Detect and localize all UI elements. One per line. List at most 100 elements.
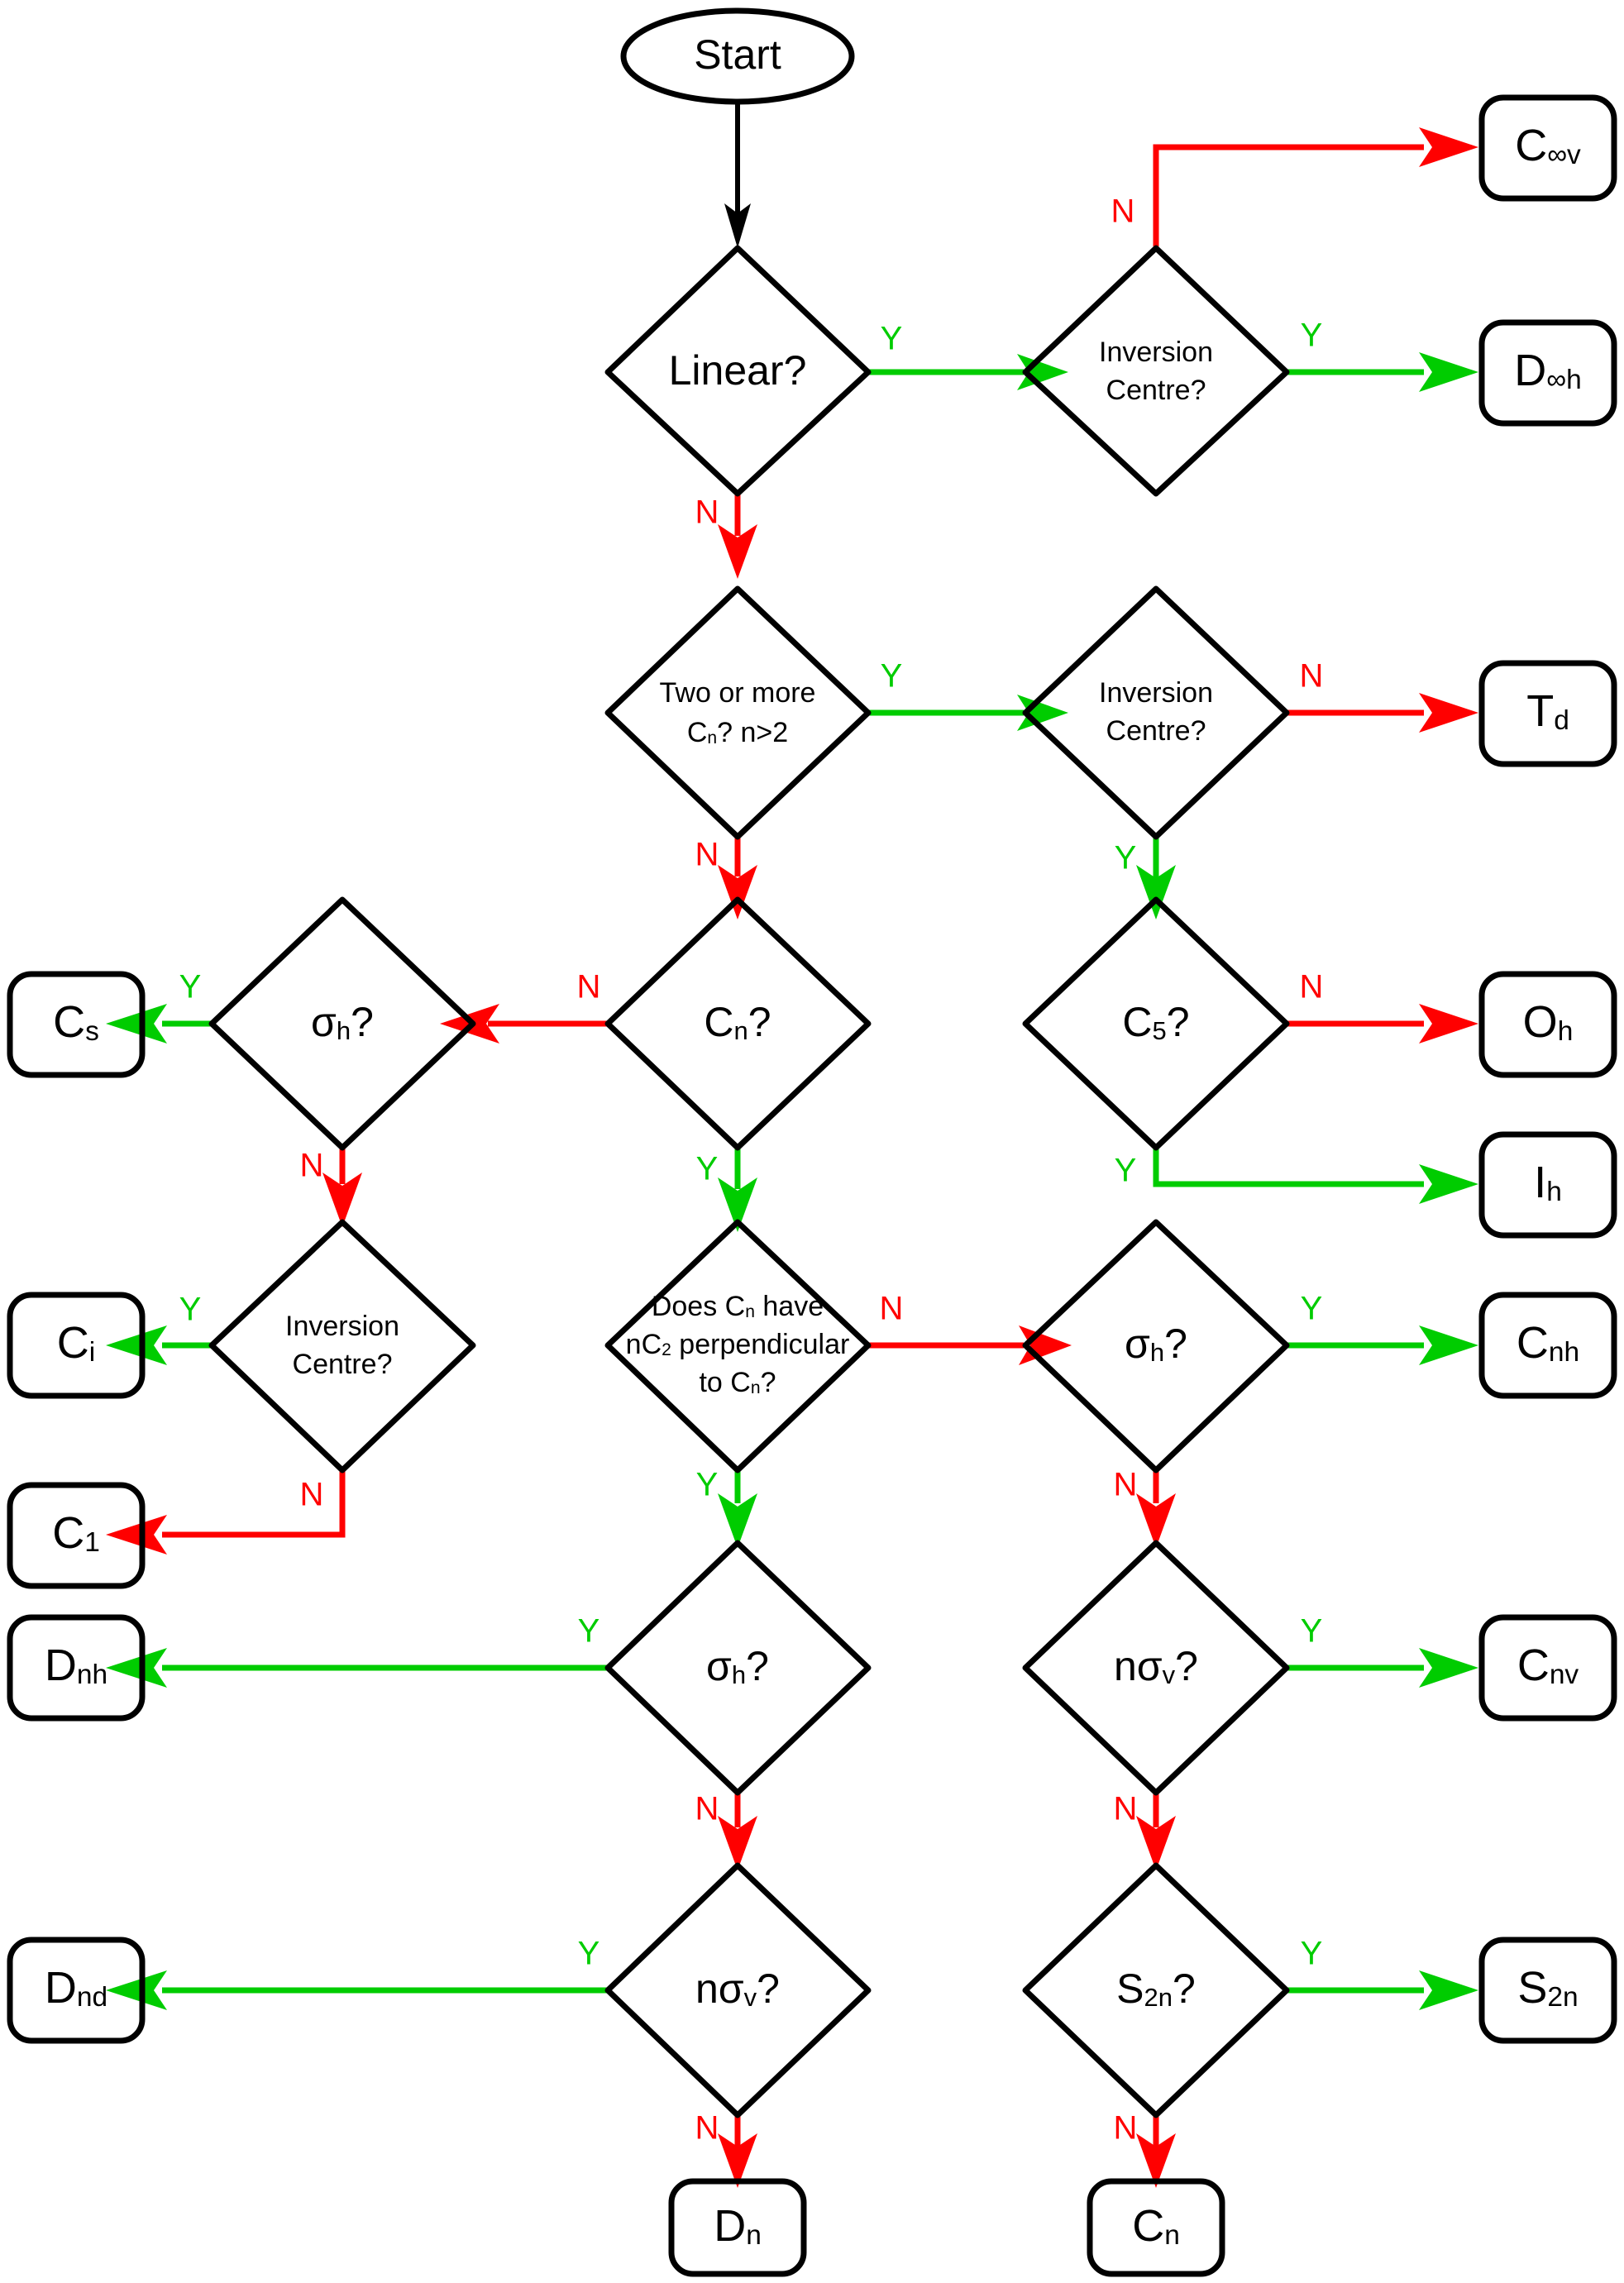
- node-sigma-h-right-label: σh?: [1125, 1321, 1187, 1367]
- edge-label-nsv-mid-no: N: [695, 2110, 719, 2147]
- node-inversion-centre-left[interactable]: Inversion Centre?: [208, 1219, 476, 1473]
- edge-sigmah-left-yes: Y: [106, 969, 212, 1044]
- node-inversion-high-line1: Inversion: [1099, 677, 1213, 709]
- flowchart-canvas: Y N N Y Y N N Y N Y N Y Y N Y N N Y Y N …: [0, 0, 1624, 2283]
- edge-inv-linear-no: N: [1111, 127, 1478, 246]
- edge-inv-linear-yes: Y: [1287, 318, 1478, 392]
- edge-label-sigmah-right-no: N: [1114, 1467, 1138, 1503]
- edge-s2n-no: N: [1114, 2110, 1176, 2188]
- edge-label-c5-yes: Y: [1115, 1153, 1137, 1189]
- node-c5[interactable]: C5?: [1022, 896, 1290, 1151]
- edge-label-c5-no: N: [1300, 969, 1324, 1005]
- edge-label-sigmah-right-yes: Y: [1301, 1291, 1323, 1327]
- terminal-dn[interactable]: Dn: [668, 2178, 807, 2277]
- edge-label-sigmah-left-yes: Y: [179, 969, 202, 1005]
- edge-nc2-yes: Y: [696, 1467, 757, 1548]
- terminal-oh-label: Oh: [1523, 997, 1574, 1047]
- node-s2n-label: S2n?: [1116, 1965, 1196, 2012]
- terminal-cnh-label: Cnh: [1517, 1318, 1579, 1368]
- node-nc2-line2: nC2 perpendicular: [626, 1329, 850, 1360]
- edge-sigmah-mid-yes: Y: [106, 1613, 609, 1688]
- edge-linear-yes: Y: [868, 321, 1068, 390]
- terminal-ih[interactable]: Ih: [1478, 1131, 1617, 1239]
- edge-two-cn-yes: Y: [868, 658, 1068, 731]
- terminal-cnv[interactable]: Cnv: [1478, 1614, 1617, 1722]
- edge-c5-yes: Y: [1115, 1148, 1478, 1204]
- edge-sigmah-mid-no: N: [695, 1791, 757, 1870]
- terminal-s2n[interactable]: S2n: [1478, 1937, 1617, 2044]
- edge-label-nsv-right-no: N: [1114, 1791, 1138, 1827]
- edge-nsv-right-no: N: [1114, 1791, 1176, 1870]
- edge-label-sigmah-left-no: N: [300, 1148, 324, 1184]
- terminal-cnh[interactable]: Cnh: [1478, 1292, 1617, 1399]
- node-nc2-line3: to Cn?: [699, 1367, 776, 1398]
- node-start-label: Start: [694, 31, 781, 78]
- terminal-ih-label: Ih: [1534, 1158, 1562, 1207]
- edge-sigmah-right-yes: Y: [1287, 1291, 1478, 1365]
- edge-label-two-cn-no: N: [695, 837, 719, 873]
- edge-label-inv-linear-no: N: [1111, 193, 1135, 230]
- edge-nsv-right-yes: Y: [1287, 1613, 1478, 1688]
- edge-label-nc2-no: N: [880, 1291, 904, 1327]
- node-inversion-left-line2: Centre?: [293, 1349, 393, 1380]
- terminal-c-infinity-v-label: C∞v: [1515, 121, 1581, 170]
- node-inversion-linear-line1: Inversion: [1099, 337, 1213, 368]
- edge-s2n-yes: Y: [1287, 1936, 1478, 2010]
- edge-label-sigmah-mid-yes: Y: [578, 1613, 600, 1650]
- edge-cn-yes: Y: [696, 1148, 757, 1232]
- terminal-td[interactable]: Td: [1478, 660, 1617, 767]
- node-two-or-more-cn[interactable]: Two or more Cn? n>2: [604, 585, 872, 840]
- node-sigma-h-mid[interactable]: σh?: [604, 1540, 872, 1796]
- terminal-cn-label: Cn: [1132, 2201, 1180, 2251]
- edge-label-inv-left-yes: Y: [179, 1292, 202, 1328]
- edge-label-linear-no: N: [695, 494, 719, 531]
- terminal-d-infinity-h[interactable]: D∞h: [1478, 319, 1617, 427]
- edge-label-cn-yes: Y: [696, 1151, 719, 1187]
- node-sigma-h-left[interactable]: σh?: [208, 896, 476, 1151]
- edge-label-inv-linear-yes: Y: [1301, 318, 1323, 354]
- point-group-flowchart: Y N N Y Y N N Y N Y N Y Y N Y N N Y Y N …: [7, 7, 1617, 2277]
- terminal-td-label: Td: [1526, 686, 1569, 736]
- edge-label-linear-yes: Y: [881, 321, 903, 357]
- terminal-dnh-label: Dnh: [45, 1641, 107, 1690]
- node-n-sigma-v-right[interactable]: nσv?: [1022, 1540, 1290, 1796]
- terminal-d-infinity-h-label: D∞h: [1514, 346, 1581, 395]
- node-cn[interactable]: Cn?: [604, 896, 872, 1151]
- edge-label-nsv-mid-yes: Y: [578, 1936, 600, 1972]
- node-nc2-line1: Does Cn have: [652, 1291, 824, 1322]
- node-nc2-perpendicular[interactable]: Does Cn have nC2 perpendicular to Cn?: [604, 1219, 872, 1473]
- edge-label-s2n-no: N: [1114, 2110, 1138, 2147]
- edge-label-inv-left-no: N: [300, 1477, 324, 1513]
- edge-label-s2n-yes: Y: [1301, 1936, 1323, 1972]
- node-start[interactable]: Start: [620, 7, 855, 105]
- node-linear-label: Linear?: [669, 347, 807, 394]
- edge-sigmah-right-no: N: [1114, 1467, 1176, 1548]
- node-two-or-more-cn-line1: Two or more: [660, 677, 816, 709]
- edge-label-two-cn-yes: Y: [881, 658, 903, 695]
- terminal-dnd-label: Dnd: [45, 1963, 107, 2013]
- edge-inv-high-no: N: [1287, 658, 1478, 733]
- terminal-c-infinity-v[interactable]: C∞v: [1478, 94, 1617, 202]
- edge-sigmah-left-no: N: [300, 1148, 362, 1227]
- node-c5-label: C5?: [1122, 999, 1189, 1045]
- edge-label-cn-no: N: [577, 969, 601, 1005]
- terminal-cn[interactable]: Cn: [1087, 2178, 1225, 2277]
- terminal-cnv-label: Cnv: [1517, 1641, 1579, 1690]
- edge-label-inv-high-no: N: [1300, 658, 1324, 695]
- node-n-sigma-v-mid[interactable]: nσv?: [604, 1862, 872, 2118]
- terminal-cs-label: Cs: [53, 997, 99, 1047]
- terminal-oh[interactable]: Oh: [1478, 971, 1617, 1078]
- node-inversion-high-line2: Centre?: [1106, 715, 1206, 747]
- node-linear[interactable]: Linear?: [604, 245, 872, 497]
- node-cn-label: Cn?: [704, 999, 771, 1045]
- node-sigma-h-mid-label: σh?: [706, 1643, 769, 1689]
- edge-label-inv-high-yes: Y: [1115, 840, 1137, 876]
- edge-label-nc2-yes: Y: [696, 1467, 719, 1503]
- edge-linear-no: N: [695, 494, 757, 579]
- node-n-sigma-v-mid-label: nσv?: [695, 1965, 780, 2012]
- node-inversion-left-line1: Inversion: [285, 1311, 399, 1342]
- node-two-or-more-cn-line2: Cn? n>2: [687, 717, 788, 748]
- node-s2n[interactable]: S2n?: [1022, 1862, 1290, 2118]
- terminal-dn-label: Dn: [714, 2201, 762, 2251]
- edge-c5-no: N: [1287, 969, 1478, 1044]
